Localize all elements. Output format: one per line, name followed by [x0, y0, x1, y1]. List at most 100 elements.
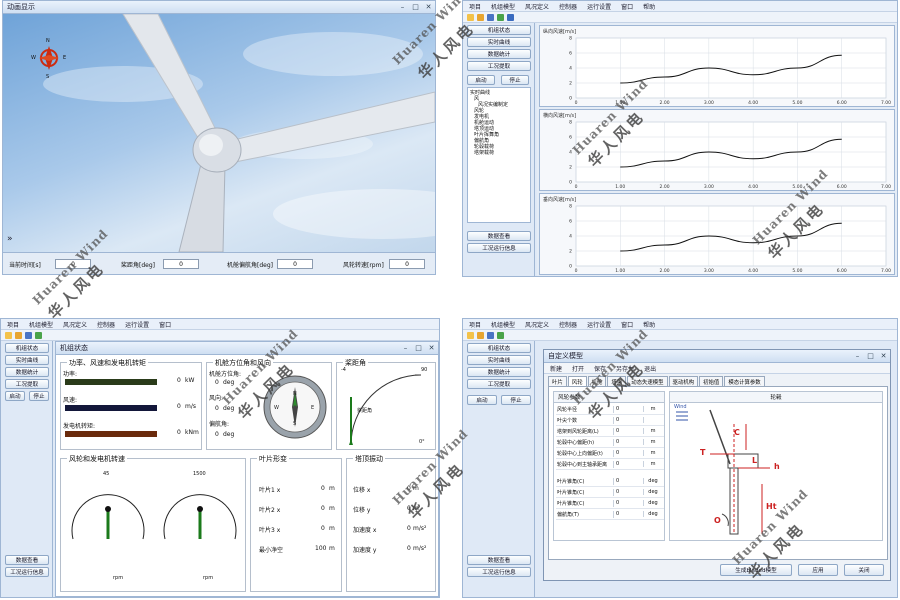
subwindow-title: 机组状态 — [60, 344, 88, 352]
subtab-rotor-params[interactable]: 风轮参数 — [554, 392, 664, 403]
open-icon[interactable] — [477, 13, 484, 21]
x-tick-label: 2.00 — [660, 100, 670, 106]
new-icon[interactable] — [467, 331, 474, 339]
menu-help[interactable]: 帮助 — [643, 2, 655, 11]
apply-button[interactable]: 应用 — [798, 564, 838, 576]
close-icon[interactable]: ✕ — [877, 351, 890, 362]
start-button[interactable]: 启动 — [467, 395, 497, 405]
save-icon[interactable] — [487, 331, 494, 339]
menu-controller[interactable]: 控制器 — [97, 320, 115, 329]
stop-icon[interactable] — [507, 13, 514, 21]
dialog-menu-new[interactable]: 新建 — [550, 364, 562, 373]
run-icon[interactable] — [35, 331, 42, 339]
new-icon[interactable] — [5, 331, 12, 339]
param-value-input[interactable]: 0 — [614, 439, 644, 445]
menu-model[interactable]: 机组模型 — [491, 2, 515, 11]
realtime-button[interactable]: 实时曲线 — [467, 355, 531, 365]
state-button[interactable]: 机组状态 — [467, 343, 531, 353]
maximize-icon[interactable]: □ — [409, 2, 422, 13]
close-icon[interactable]: ✕ — [425, 343, 438, 354]
param-value-input[interactable]: 0 — [614, 511, 644, 517]
dialog-menu-open[interactable]: 打开 — [572, 364, 584, 373]
param-value-input[interactable]: 0 — [614, 428, 644, 434]
maximize-icon[interactable]: □ — [864, 351, 877, 362]
param-label: 轮毂中心偏距(h) — [556, 438, 614, 446]
dialog-menu-exit[interactable]: 退出 — [644, 364, 656, 373]
menu-project[interactable]: 项目 — [7, 320, 19, 329]
param-value-input[interactable]: 0 — [614, 417, 644, 423]
menu-run[interactable]: 运行设置 — [587, 2, 611, 11]
stats-button[interactable]: 数据统计 — [467, 367, 531, 377]
menu-wind[interactable]: 风况定义 — [525, 320, 549, 329]
tree-item[interactable]: 塔架载荷 — [470, 150, 528, 156]
save-icon[interactable] — [25, 331, 32, 339]
stop-button[interactable]: 停止 — [29, 391, 49, 401]
extract-button[interactable]: 工况提取 — [5, 379, 49, 389]
realtime-button[interactable]: 实时曲线 — [467, 37, 531, 47]
menu-window[interactable]: 窗口 — [159, 320, 171, 329]
dialog-menu-saveas[interactable]: 另存为 — [616, 364, 634, 373]
start-button[interactable]: 启动 — [5, 391, 25, 401]
menu-help[interactable]: 帮助 — [643, 320, 655, 329]
generator-gauge-max: 1500 — [193, 471, 206, 477]
minimize-icon[interactable]: – — [396, 2, 409, 13]
stats-button[interactable]: 数据统计 — [467, 49, 531, 59]
param-value-input[interactable]: 0 — [614, 406, 644, 412]
open-icon[interactable] — [477, 331, 484, 339]
menu-run[interactable]: 运行设置 — [587, 320, 611, 329]
data-view-button[interactable]: 数据查看 — [5, 555, 49, 565]
minimize-icon[interactable]: – — [399, 343, 412, 354]
tree-view[interactable]: 实时曲线 风 风况实编制定 风轮 发电机 机舱运动 塔顶运动 叶片挥舞角 偏航角… — [467, 87, 531, 223]
run-info-button[interactable]: 工况运行信息 — [467, 567, 531, 577]
stop-button[interactable]: 停止 — [501, 395, 531, 405]
tower-group: 塔顶振动 位移 x 0 m 位移 y 0 m 加速度 x 0 m/s² 加速度 … — [346, 454, 436, 592]
param-value-input[interactable]: 0 — [614, 461, 644, 467]
menu-model[interactable]: 机组模型 — [29, 320, 53, 329]
menu-wind[interactable]: 风况定义 — [525, 2, 549, 11]
dialog-menu-save[interactable]: 保存 — [594, 364, 606, 373]
param-value-input[interactable]: 0 — [614, 500, 644, 506]
chart-plot: 0 2 4 6 8 0 1.00 2.00 3.00 4.00 5.00 6.00 7.00 — [569, 36, 891, 107]
menu-window[interactable]: 窗口 — [621, 2, 633, 11]
turbine-scene[interactable]: N S W E » — [3, 14, 435, 252]
disp-x-value: 0 — [407, 485, 411, 492]
expand-icon[interactable]: » — [7, 234, 13, 244]
run-icon[interactable] — [497, 13, 504, 21]
menu-controller[interactable]: 控制器 — [559, 2, 577, 11]
extract-button[interactable]: 工况提取 — [467, 61, 531, 71]
run-info-button[interactable]: 工况运行信息 — [5, 567, 49, 577]
minimize-icon[interactable]: – — [851, 351, 864, 362]
save-icon[interactable] — [487, 13, 494, 21]
close-button[interactable]: 关闭 — [844, 564, 884, 576]
run-icon[interactable] — [497, 331, 504, 339]
param-row: 偏航角(T) 0 deg — [556, 509, 664, 520]
param-value-input[interactable]: 0 — [614, 489, 644, 495]
menu-project[interactable]: 项目 — [469, 2, 481, 11]
data-view-button[interactable]: 数据查看 — [467, 555, 531, 565]
state-button[interactable]: 机组状态 — [467, 25, 531, 35]
menu-run[interactable]: 运行设置 — [125, 320, 149, 329]
y-tick-label: 4 — [569, 150, 572, 156]
acc-x-unit: m/s² — [413, 525, 427, 532]
state-button[interactable]: 机组状态 — [5, 343, 49, 353]
stats-button[interactable]: 数据统计 — [5, 367, 49, 377]
start-button[interactable]: 启动 — [467, 75, 495, 85]
menu-model[interactable]: 机组模型 — [491, 320, 515, 329]
run-info-button[interactable]: 工况运行信息 — [467, 243, 531, 253]
torque-value: 0 — [177, 429, 181, 436]
open-icon[interactable] — [15, 331, 22, 339]
close-icon[interactable]: ✕ — [422, 2, 435, 13]
data-view-button[interactable]: 数据查看 — [467, 231, 531, 241]
stop-button[interactable]: 停止 — [501, 75, 529, 85]
menu-window[interactable]: 窗口 — [621, 320, 633, 329]
maximize-icon[interactable]: □ — [412, 343, 425, 354]
param-value-input[interactable]: 0 — [614, 450, 644, 456]
generate-bladed-button[interactable]: 生成bladed模型 — [720, 564, 792, 576]
extract-button[interactable]: 工况提取 — [467, 379, 531, 389]
param-value-input[interactable]: 0 — [614, 478, 644, 484]
realtime-button[interactable]: 实时曲线 — [5, 355, 49, 365]
new-icon[interactable] — [467, 13, 474, 21]
menu-wind[interactable]: 风况定义 — [63, 320, 87, 329]
menu-controller[interactable]: 控制器 — [559, 320, 577, 329]
menu-project[interactable]: 项目 — [469, 320, 481, 329]
